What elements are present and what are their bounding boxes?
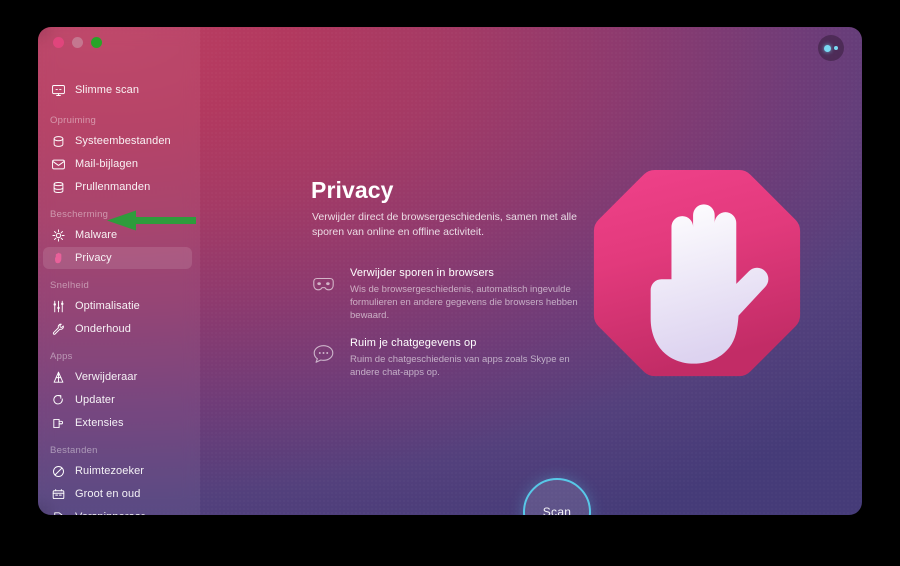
feature-title: Verwijder sporen in browsers	[350, 267, 495, 279]
feature-chat: Ruim je chatgegevens op Ruim de chatgesc…	[308, 337, 586, 379]
privacy-hand-icon	[50, 250, 67, 267]
uninstaller-icon	[50, 369, 67, 386]
sidebar-item-versnipperaar[interactable]: Versnipperaar	[43, 506, 192, 515]
extensions-icon	[50, 415, 67, 432]
sidebar-item-label: Extensies	[75, 417, 124, 429]
sidebar-item-label: Systeembestanden	[75, 135, 171, 147]
optimization-sliders-icon	[50, 298, 67, 315]
scan-button-label: Scan	[542, 505, 572, 515]
feature-description: Wis de browsergeschiedenis, automatisch …	[350, 284, 578, 321]
close-window-button[interactable]	[53, 37, 64, 48]
updater-icon	[50, 392, 67, 409]
sidebar-section-bestanden: Bestanden	[50, 445, 98, 456]
minimize-window-button[interactable]	[72, 37, 83, 48]
feature-browsers: Verwijder sporen in browsers Wis de brow…	[308, 267, 586, 322]
sidebar-item-verwijderaar[interactable]: Verwijderaar	[43, 366, 192, 388]
sidebar-item-label: Ruimtezoeker	[75, 465, 145, 477]
sidebar-item-malware[interactable]: Malware	[43, 224, 192, 246]
malware-icon	[50, 227, 67, 244]
sidebar-item-label: Slimme scan	[75, 84, 140, 96]
feature-title: Ruim je chatgegevens op	[350, 337, 477, 349]
traffic-lights	[53, 37, 102, 48]
sidebar-item-label: Optimalisatie	[75, 300, 140, 312]
mail-attachments-icon	[50, 156, 67, 173]
sidebar-item-onderhoud[interactable]: Onderhoud	[43, 318, 192, 340]
sidebar-item-systeembestanden[interactable]: Systeembestanden	[43, 130, 192, 152]
sidebar-item-label: Onderhoud	[75, 323, 131, 335]
system-junk-icon	[50, 133, 67, 150]
large-old-files-icon	[50, 486, 67, 503]
shredder-icon	[50, 509, 67, 515]
mask-icon	[308, 269, 338, 299]
more-options-icon	[824, 44, 831, 52]
scan-button[interactable]: Scan	[523, 478, 591, 515]
sidebar-item-ruimtezoeker[interactable]: Ruimtezoeker	[43, 460, 192, 482]
stop-sign-hand-icon	[589, 166, 805, 386]
sidebar-item-updater[interactable]: Updater	[43, 389, 192, 411]
sidebar-section-snelheid: Snelheid	[50, 280, 89, 291]
space-lens-icon	[50, 463, 67, 480]
sidebar-item-label: Privacy	[75, 252, 112, 264]
sidebar-item-label: Verwijderaar	[75, 371, 138, 383]
sidebar-item-label: Mail-bijlagen	[75, 158, 139, 170]
sidebar-item-label: Prullenmanden	[75, 181, 151, 193]
feature-description: Ruim de chatgeschiedenis van apps zoals …	[350, 354, 570, 378]
sidebar-item-label: Groot en oud	[75, 488, 141, 500]
feature-chat-text: Ruim je chatgegevens op Ruim de chatgesc…	[350, 337, 586, 379]
chat-bubble-icon	[308, 339, 338, 369]
screenshot-root: Slimme scan Opruiming Systeembestanden M…	[0, 0, 900, 566]
sidebar-item-label: Malware	[75, 229, 118, 241]
smart-scan-icon	[50, 82, 67, 99]
sidebar-section-opruiming: Opruiming	[50, 115, 97, 126]
sidebar-item-prullenmanden[interactable]: Prullenmanden	[43, 176, 192, 198]
sidebar-item-mail-bijlagen[interactable]: Mail-bijlagen	[43, 153, 192, 175]
sidebar-item-label: Versnipperaar	[75, 511, 145, 515]
app-window: Slimme scan Opruiming Systeembestanden M…	[38, 27, 862, 515]
trash-bins-icon	[50, 179, 67, 196]
sidebar-section-apps: Apps	[50, 351, 73, 362]
sidebar-item-smart-scan[interactable]: Slimme scan	[43, 79, 192, 101]
sidebar-item-optimalisatie[interactable]: Optimalisatie	[43, 295, 192, 317]
sidebar-item-label: Updater	[75, 394, 115, 406]
sidebar-item-groot-en-oud[interactable]: Groot en oud	[43, 483, 192, 505]
feature-browsers-text: Verwijder sporen in browsers Wis de brow…	[350, 267, 586, 322]
page-title: Privacy	[311, 177, 394, 203]
sidebar-section-bescherming: Bescherming	[50, 209, 109, 220]
main-content: Privacy Verwijder direct de browsergesch…	[200, 58, 862, 515]
sidebar: Slimme scan Opruiming Systeembestanden M…	[38, 27, 200, 515]
more-options-button[interactable]	[818, 35, 844, 61]
page-subtitle: Verwijder direct de browsergeschiedenis,…	[312, 211, 577, 238]
sidebar-item-extensies[interactable]: Extensies	[43, 412, 192, 434]
more-options-icon-secondary	[834, 46, 838, 50]
zoom-window-button[interactable]	[91, 37, 102, 48]
maintenance-wrench-icon	[50, 321, 67, 338]
window-titlebar	[38, 27, 862, 58]
sidebar-item-privacy[interactable]: Privacy	[43, 247, 192, 269]
